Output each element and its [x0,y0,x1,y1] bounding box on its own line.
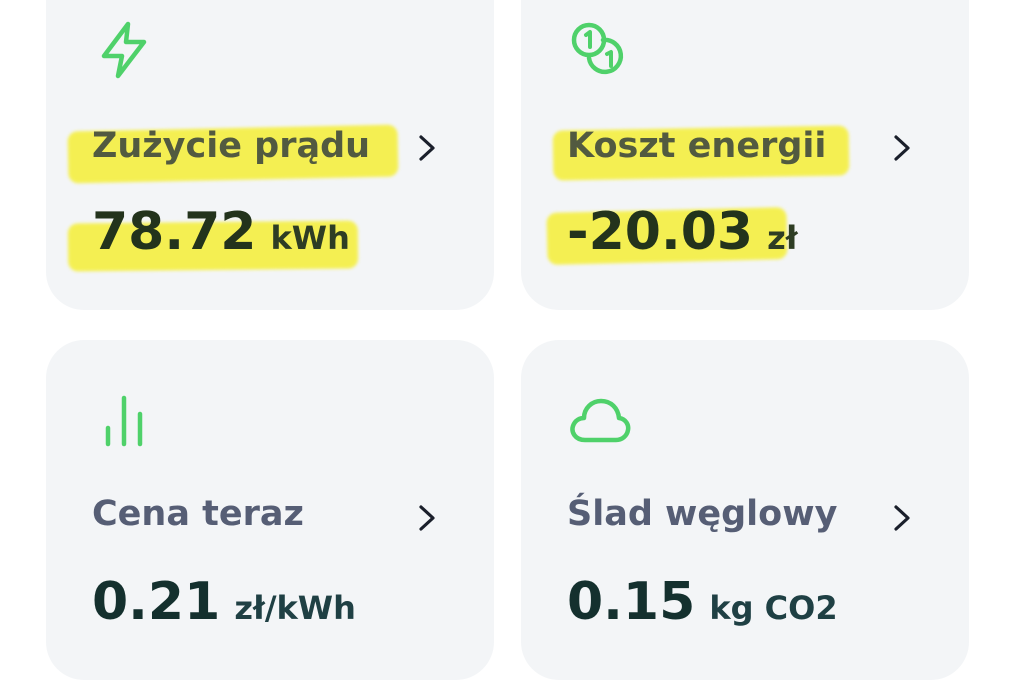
coins-icon [567,18,631,82]
current-price-card[interactable]: Cena teraz 0.21 zł/kWh [46,340,494,680]
card-label: Zużycie prądu [92,126,371,166]
card-label: Koszt energii [567,126,827,166]
carbon-footprint-card[interactable]: Ślad węglowy 0.15 kg CO2 [521,340,969,680]
lightning-bolt-icon [92,18,156,82]
card-value: 0.15 [567,572,696,632]
energy-cost-card[interactable]: Koszt energii -20.03 zł [521,0,969,310]
card-value-row: 0.21 zł/kWh [92,572,356,632]
chevron-right-icon[interactable] [891,503,913,533]
card-value-row: 0.15 kg CO2 [567,572,838,632]
chevron-right-icon[interactable] [416,503,438,533]
card-value-row: -20.03 zł [567,202,798,262]
card-value: 0.21 [92,572,221,632]
card-value: -20.03 [567,202,754,262]
cloud-icon [567,390,631,454]
card-value-row: 78.72 kWh [92,202,350,262]
card-label: Ślad węglowy [567,494,838,534]
energy-usage-card[interactable]: Zużycie prądu 78.72 kWh [46,0,494,310]
card-unit: kg CO2 [709,589,838,627]
card-unit: zł/kWh [234,589,356,627]
card-value: 78.72 [92,202,257,262]
card-label: Cena teraz [92,494,304,534]
chevron-right-icon[interactable] [416,133,438,163]
chevron-right-icon[interactable] [891,133,913,163]
card-unit: kWh [270,219,350,257]
bar-chart-icon [92,390,156,454]
card-unit: zł [767,219,798,257]
